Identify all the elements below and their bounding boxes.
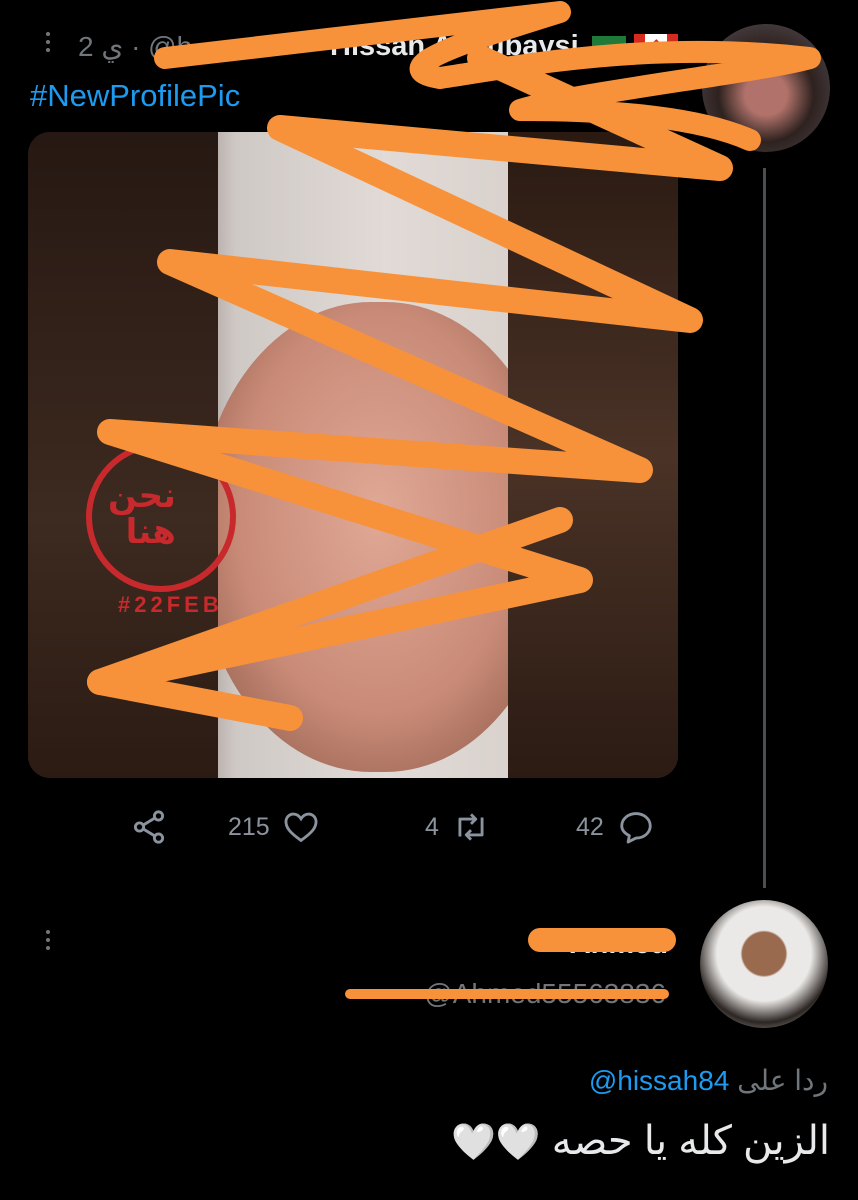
redaction-scribble [87, 1, 821, 999]
